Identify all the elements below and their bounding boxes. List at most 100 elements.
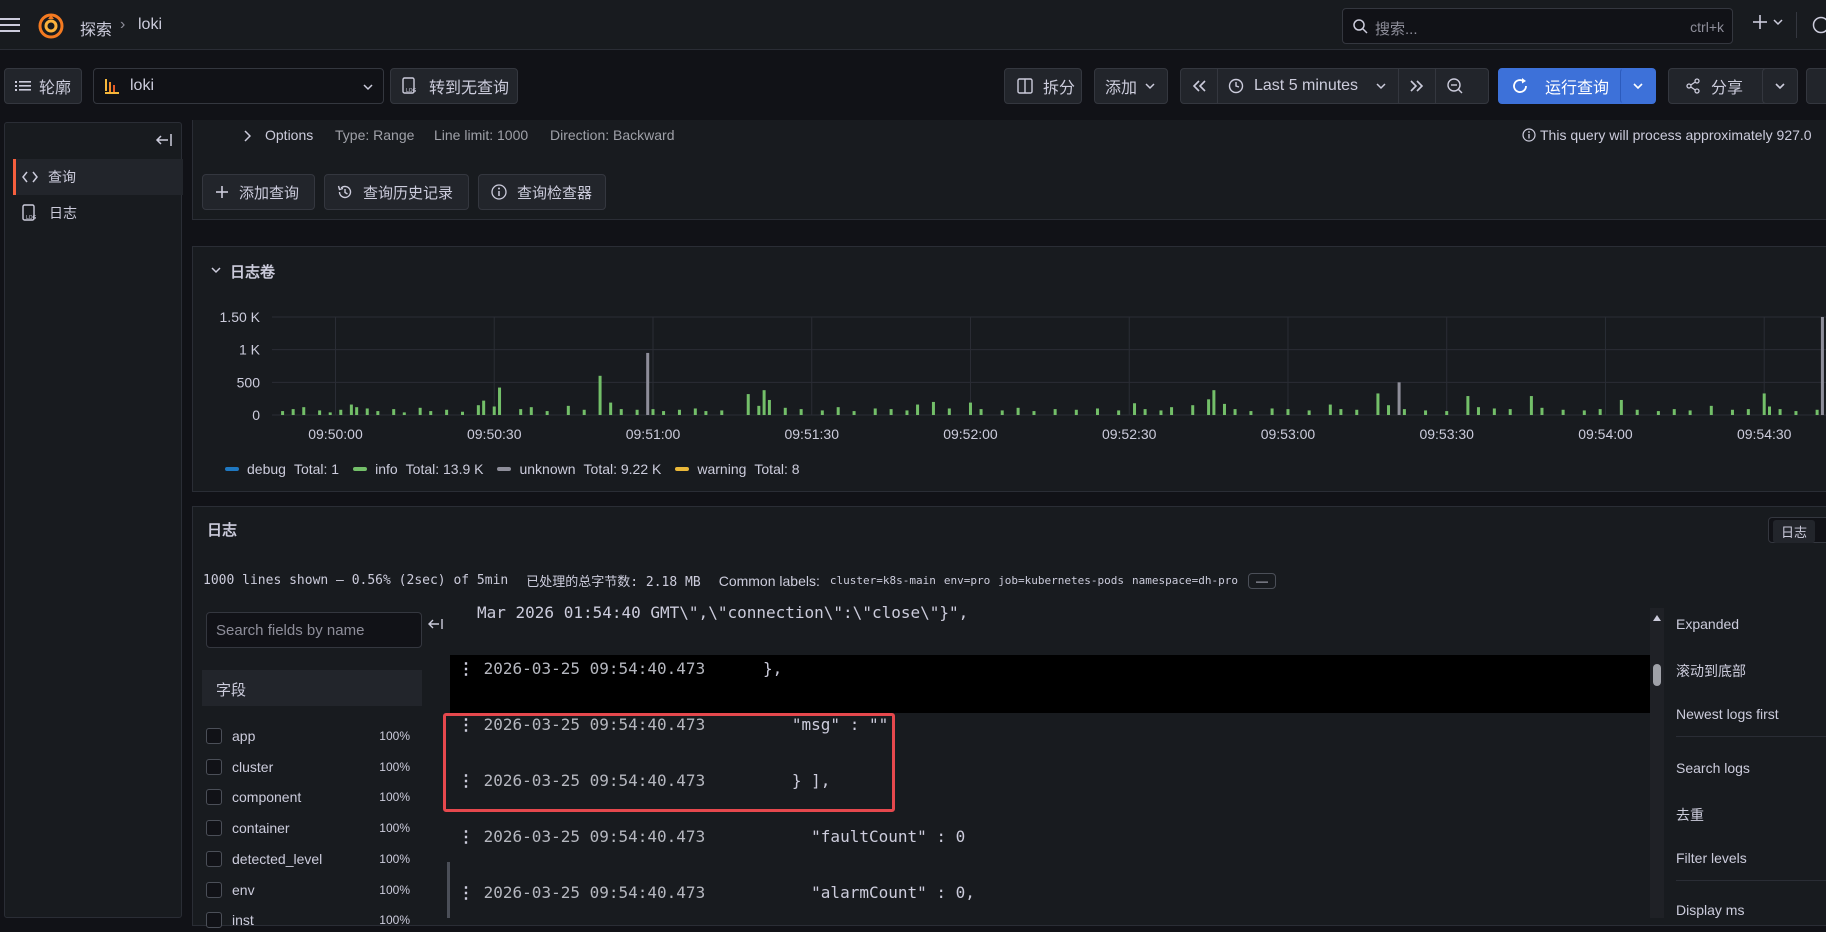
legend-item-debug[interactable]: debugTotal: 1 [225, 461, 339, 477]
log-option[interactable]: Newest logs first [1676, 706, 1779, 722]
bar-info [720, 410, 723, 415]
share-options-button[interactable] [1762, 68, 1798, 104]
code-icon [22, 171, 38, 183]
plus-icon[interactable] [1752, 14, 1768, 30]
log-timestamp: 2026-03-25 09:54:40.473 [484, 659, 706, 678]
field-row-cluster[interactable]: cluster100% [206, 755, 410, 779]
field-name: cluster [232, 759, 273, 775]
bar-info [445, 410, 448, 415]
columns-icon [1017, 78, 1033, 94]
query-history-button[interactable]: 查询历史记录 [324, 174, 469, 210]
log-volume-chart[interactable]: 05001 K1.50 K09:50:0009:50:3009:51:0009:… [193, 303, 1826, 453]
legend-item-warning[interactable]: warningTotal: 8 [675, 461, 799, 477]
add-button[interactable]: 添加 [1094, 68, 1168, 104]
field-search-input[interactable]: Search fields by name [206, 612, 422, 648]
log-line[interactable]: ⋮ 2026-03-25 09:54:40.473 }, [458, 659, 782, 683]
bar-info [1144, 409, 1147, 415]
time-back-icon[interactable] [1191, 79, 1207, 93]
split-button[interactable]: 拆分 [1004, 68, 1082, 104]
collapse-fields-icon[interactable] [428, 618, 444, 630]
time-range-picker[interactable]: Last 5 minutes [1254, 77, 1358, 95]
scrollbar-thumb[interactable] [1653, 664, 1661, 686]
sidebar-item-query[interactable]: 查询 [13, 159, 183, 195]
log-row-menu-icon[interactable]: ⋮ [458, 883, 484, 902]
bar-info [1530, 396, 1533, 415]
field-checkbox[interactable] [206, 759, 222, 775]
field-row-detected_level[interactable]: detected_level100% [206, 847, 410, 871]
bar-info [1763, 393, 1766, 415]
bar-info [350, 405, 353, 415]
zoom-out-icon[interactable] [1446, 77, 1464, 95]
go-to-queryless-button[interactable]: LOG 转到无查询 [390, 68, 518, 104]
log-option[interactable]: 去重 [1676, 805, 1704, 825]
breadcrumb-explore[interactable]: 探索 [80, 16, 112, 40]
more-actions-button[interactable] [1806, 68, 1826, 104]
chevron-down-icon[interactable] [1773, 18, 1783, 26]
log-line[interactable]: ⋮ 2026-03-25 09:54:40.473 "alarmCount" :… [458, 883, 975, 907]
collapse-labels-button[interactable]: — [1248, 573, 1276, 589]
bar-info [1768, 407, 1771, 415]
plus-icon [215, 185, 229, 199]
hamburger-menu-icon[interactable] [0, 16, 22, 34]
bar-info [583, 410, 586, 415]
legend-item-unknown[interactable]: unknownTotal: 9.22 K [497, 461, 661, 477]
sidebar-item-logs[interactable]: LOG 日志 [13, 195, 183, 231]
field-checkbox[interactable] [206, 789, 222, 805]
log-message: }, [705, 659, 782, 678]
view-toggle-logs[interactable]: 日志 [1773, 520, 1815, 543]
field-row-env[interactable]: env100% [206, 878, 410, 902]
options-toggle[interactable]: Options [265, 127, 313, 143]
run-query-options-button[interactable] [1620, 68, 1656, 104]
x-tick-label: 09:52:00 [943, 426, 998, 442]
bar-info [376, 411, 379, 415]
bar-info [419, 408, 422, 415]
log-line[interactable]: ⋮ 2026-03-25 09:54:40.473 "faultCount" :… [458, 827, 965, 851]
chevron-down-icon[interactable] [1376, 82, 1386, 90]
query-inspector-button[interactable]: 查询检查器 [478, 174, 606, 210]
log-option[interactable]: Search logs [1676, 760, 1750, 776]
bar-info [482, 401, 485, 415]
field-checkbox[interactable] [206, 820, 222, 836]
log-scrollbar[interactable] [1650, 608, 1664, 918]
field-row-app[interactable]: app100% [206, 724, 410, 748]
bar-info [1794, 411, 1797, 415]
outline-button[interactable]: 轮廓 [4, 68, 82, 104]
field-checkbox[interactable] [206, 882, 222, 898]
bar-info [546, 411, 549, 415]
datasource-picker[interactable]: loki [93, 68, 384, 104]
log-option[interactable]: Display ms [1676, 902, 1744, 918]
field-row-component[interactable]: component100% [206, 785, 410, 809]
help-icon[interactable] [1812, 16, 1826, 34]
log-row-menu-icon[interactable]: ⋮ [458, 659, 484, 678]
search-shortcut: ctrl+k [1690, 19, 1724, 35]
bar-info [392, 409, 395, 415]
loki-logo-icon [104, 77, 120, 95]
log-option[interactable]: Expanded [1676, 616, 1739, 632]
chevron-right-icon[interactable] [243, 130, 251, 142]
bar-info [662, 411, 665, 415]
grafana-logo-icon[interactable] [38, 13, 64, 39]
legend-swatch [353, 467, 367, 471]
log-row-menu-icon[interactable]: ⋮ [458, 827, 484, 846]
field-row-container[interactable]: container100% [206, 816, 410, 840]
add-query-button[interactable]: 添加查询 [202, 174, 315, 210]
bar-info [1234, 409, 1237, 415]
scroll-up-icon[interactable] [1652, 614, 1662, 622]
global-search[interactable]: 搜索... ctrl+k [1342, 8, 1733, 44]
bar-info [1339, 409, 1342, 415]
field-row-inst[interactable]: inst100% [206, 908, 410, 932]
go-to-queryless-label: 转到无查询 [429, 74, 509, 98]
legend-item-info[interactable]: infoTotal: 13.9 K [353, 461, 483, 477]
log-option[interactable]: Filter levels [1676, 850, 1747, 866]
field-checkbox[interactable] [206, 851, 222, 867]
log-line[interactable]: Mar 2026 01:54:40 GMT\",\"connection\":\… [477, 603, 968, 627]
field-checkbox[interactable] [206, 728, 222, 744]
collapse-left-icon[interactable] [155, 133, 173, 147]
log-option[interactable]: 滚动到底部 [1676, 661, 1746, 681]
bar-info [1170, 407, 1173, 415]
bar-info [1096, 408, 1099, 415]
time-forward-icon[interactable] [1409, 79, 1425, 93]
bar-info [1017, 408, 1020, 415]
chevron-down-icon[interactable] [211, 266, 221, 274]
field-checkbox[interactable] [206, 912, 222, 928]
